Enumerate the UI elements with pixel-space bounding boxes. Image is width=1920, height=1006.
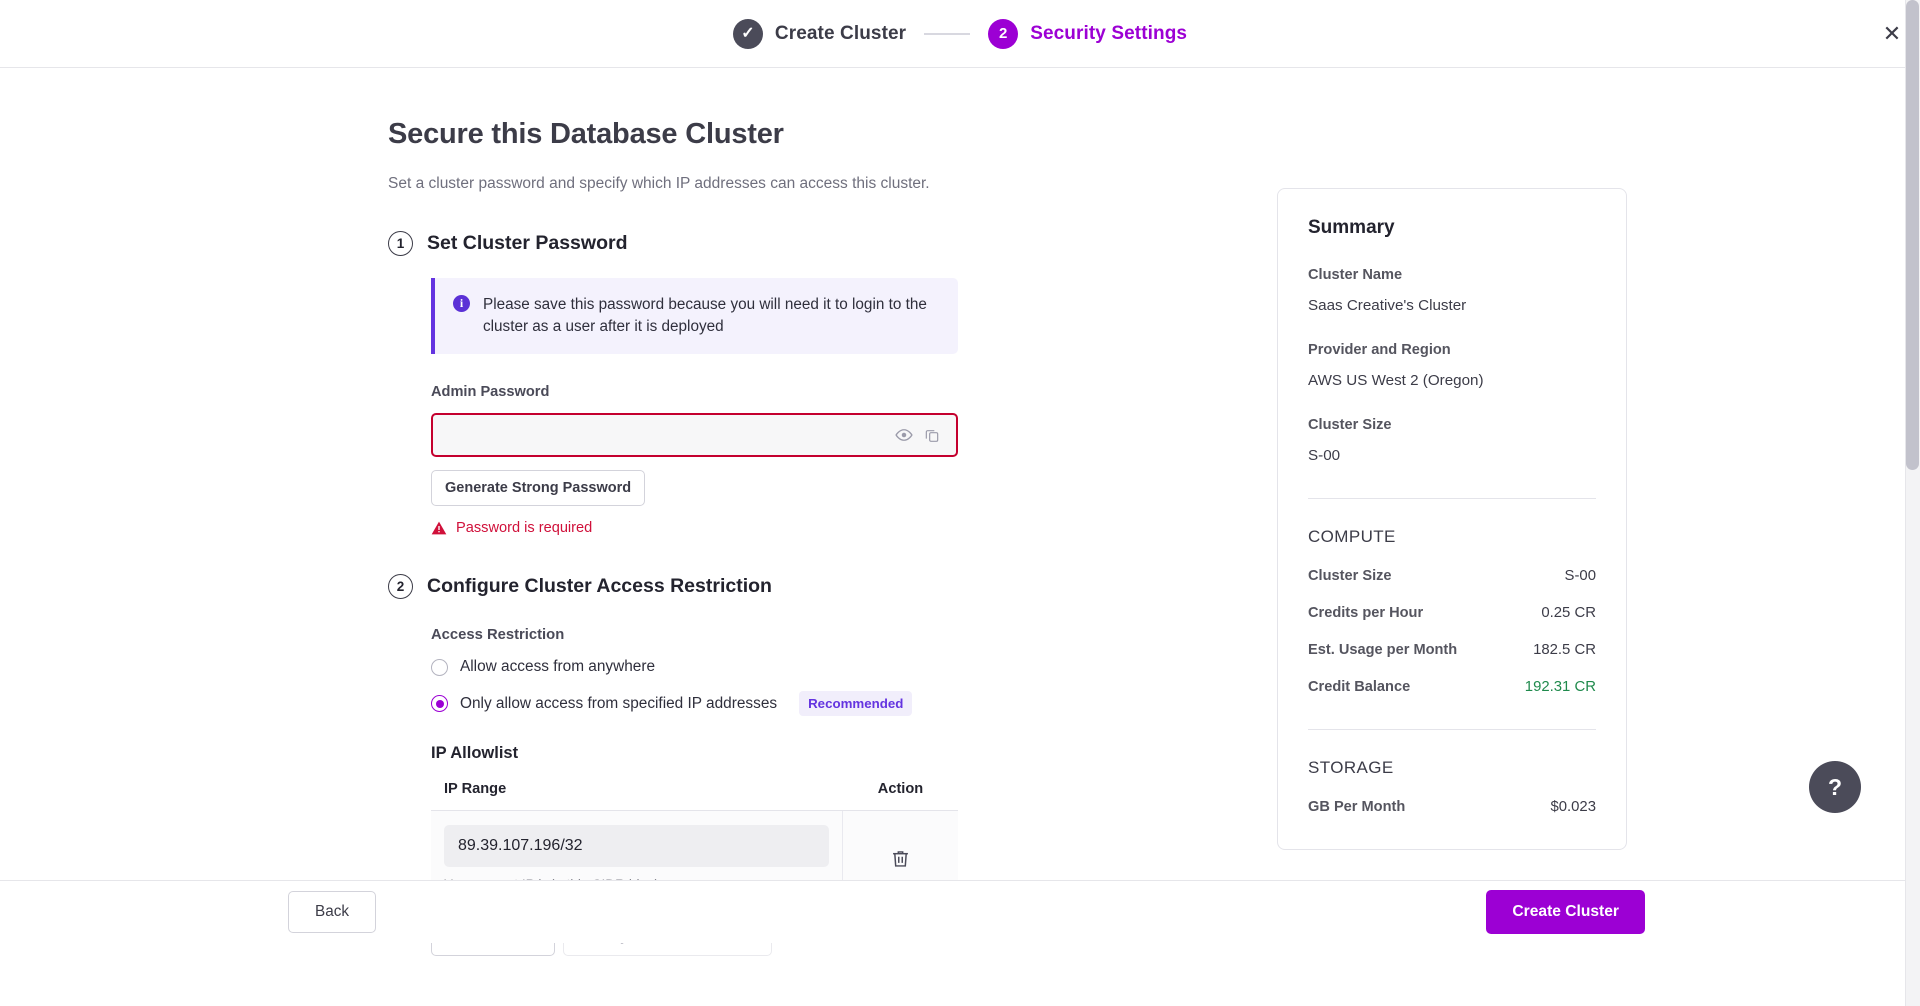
section-1-number: 1 bbox=[388, 231, 413, 256]
summary-storage-value: $0.023 bbox=[1550, 799, 1596, 815]
ip-allowlist-title: IP Allowlist bbox=[431, 744, 519, 763]
summary-compute-row: Cluster Size S-00 bbox=[1308, 568, 1596, 584]
summary-card: Summary Cluster Name Saas Creative's Clu… bbox=[1277, 188, 1627, 850]
wizard-stepper-bar: ✓ Create Cluster 2 Security Settings bbox=[0, 0, 1920, 68]
summary-compute-key: Est. Usage per Month bbox=[1308, 642, 1458, 658]
password-info-alert-text: Please save this password because you wi… bbox=[483, 296, 927, 336]
summary-provider-label: Provider and Region bbox=[1308, 342, 1451, 358]
admin-password-input[interactable] bbox=[445, 415, 888, 456]
section-1-title: Set Cluster Password bbox=[427, 232, 628, 254]
access-restriction-label: Access Restriction bbox=[431, 627, 565, 644]
radio-specified-ips-label: Only allow access from specified IP addr… bbox=[460, 694, 778, 712]
section-2-title: Configure Cluster Access Restriction bbox=[427, 575, 772, 598]
page-scrollbar[interactable] bbox=[1905, 0, 1920, 1006]
radio-allow-anywhere-label: Allow access from anywhere bbox=[460, 658, 656, 676]
warning-icon bbox=[431, 520, 447, 536]
summary-compute-heading: COMPUTE bbox=[1308, 527, 1396, 546]
recommended-badge: Recommended bbox=[799, 691, 913, 717]
trash-icon[interactable] bbox=[890, 848, 911, 869]
wizard-page: Secure this Database Cluster Set a clust… bbox=[0, 68, 1905, 957]
create-cluster-button[interactable]: Create Cluster bbox=[1486, 890, 1645, 934]
password-error-text: Password is required bbox=[456, 520, 593, 537]
ip-range-input[interactable] bbox=[444, 825, 829, 868]
radio-option-specified-ips[interactable]: Only allow access from specified IP addr… bbox=[431, 691, 958, 717]
ip-table-header-row: IP Range Action bbox=[431, 781, 958, 810]
copy-icon[interactable] bbox=[920, 423, 944, 447]
stepper: ✓ Create Cluster 2 Security Settings bbox=[732, 18, 1188, 49]
summary-compute-key: Credits per Hour bbox=[1308, 605, 1424, 621]
main-content: Secure this Database Cluster Set a clust… bbox=[388, 118, 958, 957]
password-error-message: Password is required bbox=[431, 520, 958, 536]
summary-compute-key: Cluster Size bbox=[1308, 568, 1392, 584]
summary-compute-value: S-00 bbox=[1564, 568, 1596, 584]
page-subtitle: Set a cluster password and specify which… bbox=[388, 175, 930, 192]
summary-storage-row: GB Per Month $0.023 bbox=[1308, 799, 1596, 815]
stepper-connector bbox=[924, 32, 971, 35]
check-icon: ✓ bbox=[741, 24, 755, 42]
step-1-label: Create Cluster bbox=[774, 22, 907, 44]
back-button[interactable]: Back bbox=[288, 891, 377, 933]
summary-storage-heading: STORAGE bbox=[1308, 758, 1394, 777]
summary-cluster-name-label: Cluster Name bbox=[1308, 267, 1403, 283]
close-icon[interactable]: ✕ bbox=[1878, 20, 1906, 48]
section-1-header: 1 Set Cluster Password bbox=[388, 231, 958, 256]
page-title: Secure this Database Cluster bbox=[388, 118, 784, 150]
info-icon: i bbox=[453, 295, 470, 312]
summary-storage-key: GB Per Month bbox=[1308, 799, 1406, 815]
scrollbar-thumb[interactable] bbox=[1906, 0, 1919, 470]
summary-cluster-name-value: Saas Creative's Cluster bbox=[1308, 297, 1467, 314]
radio-allow-anywhere-icon[interactable] bbox=[431, 658, 448, 676]
section-2-number: 2 bbox=[388, 574, 413, 600]
summary-title: Summary bbox=[1308, 217, 1395, 238]
summary-cluster-size-label: Cluster Size bbox=[1308, 417, 1392, 433]
summary-compute-row: Credit Balance 192.31 CR bbox=[1308, 679, 1596, 695]
admin-password-field-group: Admin Password Generate Strong Password … bbox=[431, 384, 958, 536]
summary-divider-2 bbox=[1308, 729, 1596, 730]
stepper-step-security-settings[interactable]: 2 Security Settings bbox=[988, 18, 1188, 49]
eye-icon[interactable] bbox=[892, 423, 916, 447]
summary-provider-value: AWS US West 2 (Oregon) bbox=[1308, 372, 1484, 389]
radio-option-allow-anywhere[interactable]: Allow access from anywhere bbox=[431, 658, 958, 676]
wizard-footer: Back Create Cluster bbox=[0, 880, 1905, 943]
column-header-action: Action bbox=[877, 781, 924, 798]
admin-password-label: Admin Password bbox=[431, 384, 550, 401]
summary-compute-value: 0.25 CR bbox=[1541, 605, 1596, 621]
summary-cluster-size-value: S-00 bbox=[1308, 447, 1341, 464]
summary-compute-value: 182.5 CR bbox=[1533, 642, 1596, 658]
section-set-cluster-password: 1 Set Cluster Password i Please save thi… bbox=[388, 231, 958, 536]
step-2-number-badge: 2 bbox=[988, 18, 1019, 49]
summary-compute-row: Credits per Hour 0.25 CR bbox=[1308, 605, 1596, 621]
password-info-alert: i Please save this password because you … bbox=[431, 278, 958, 355]
summary-compute-key: Credit Balance bbox=[1308, 679, 1411, 695]
radio-specified-ips-icon[interactable] bbox=[431, 695, 448, 713]
summary-compute-row: Est. Usage per Month 182.5 CR bbox=[1308, 642, 1596, 658]
section-2-header: 2 Configure Cluster Access Restriction bbox=[388, 574, 958, 600]
question-mark-icon[interactable]: ? bbox=[1809, 761, 1861, 813]
stepper-step-create-cluster[interactable]: ✓ Create Cluster bbox=[732, 18, 907, 49]
generate-strong-password-button[interactable]: Generate Strong Password bbox=[431, 470, 646, 507]
step-2-label: Security Settings bbox=[1030, 22, 1188, 44]
column-header-ip-range: IP Range bbox=[444, 781, 507, 798]
step-1-status-icon: ✓ bbox=[732, 18, 763, 49]
summary-divider-1 bbox=[1308, 498, 1596, 499]
admin-password-input-wrapper[interactable] bbox=[431, 413, 958, 458]
summary-credit-balance-value: 192.31 CR bbox=[1524, 679, 1596, 695]
